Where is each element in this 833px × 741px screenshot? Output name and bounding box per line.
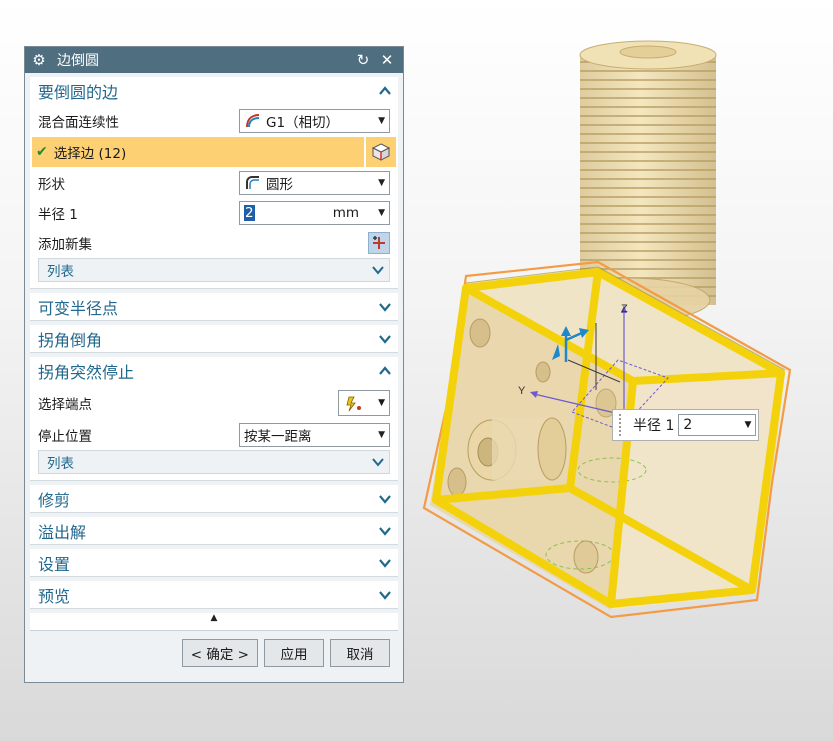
cancel-button[interactable]: 取消 — [330, 638, 390, 667]
radius-unit: mm — [332, 205, 359, 221]
apply-button[interactable]: 应用 — [264, 638, 324, 667]
stop-position-value: 按某一距离 — [244, 429, 312, 445]
section-overflow-title: 溢出解 — [38, 522, 87, 542]
chevron-down-icon — [372, 458, 384, 467]
radius-value: 2 — [244, 205, 255, 221]
float-radius-value: 2 — [683, 417, 693, 433]
stop-position-label: 停止位置 — [38, 429, 92, 445]
chevron-down-icon: ▼ — [378, 398, 385, 408]
drag-grip[interactable] — [619, 414, 625, 436]
add-new-set-button[interactable] — [368, 232, 390, 254]
section-corner-stop-header[interactable]: 拐角突然停止 — [30, 357, 398, 384]
section-corner-stop-title: 拐角突然停止 — [38, 362, 135, 382]
section-corner-setback[interactable]: 拐角倒角 — [30, 325, 398, 353]
select-endpoint-button[interactable]: ▼ — [338, 390, 390, 416]
continuity-label: 混合面连续性 — [38, 115, 119, 131]
chevron-down-icon[interactable]: ▼ — [744, 415, 751, 435]
point-select-icon — [346, 396, 361, 412]
float-radius-input[interactable]: 2 ▼ — [678, 414, 757, 436]
radius-label: 半径 1 — [38, 207, 78, 223]
chevron-down-icon — [372, 266, 384, 275]
continuity-dropdown[interactable]: G1（相切） ▼ — [239, 109, 390, 133]
radius-input[interactable]: 2 mm ▼ — [239, 201, 390, 225]
gear-icon[interactable]: ⚙ — [31, 51, 47, 69]
cube-icon — [371, 143, 391, 161]
section-preview-title: 预览 — [38, 586, 71, 606]
section-corner-stop: 拐角突然停止 选择端点 ▼ 停止位置 按某一距离 ▼ 列表 — [30, 357, 398, 481]
float-radius-label: 半径 1 — [633, 418, 675, 434]
section-edges-header[interactable]: 要倒圆的边 — [30, 77, 398, 104]
section-variable-radius[interactable]: 可变半径点 — [30, 293, 398, 321]
dialog-title: 边倒圆 — [57, 53, 99, 69]
chevron-down-icon[interactable] — [378, 556, 392, 570]
stop-list-toggle[interactable]: 列表 — [38, 450, 390, 474]
section-settings[interactable]: 设置 — [30, 549, 398, 577]
circular-shape-icon — [246, 176, 259, 189]
z-axis-label: Z — [621, 303, 628, 315]
section-edges: 要倒圆的边 混合面连续性 G1（相切） ▼ ✔ 选择边 (12) 形状 圆形 ▼… — [30, 77, 398, 289]
dialog-footer: < 确定 > 应用 取消 — [30, 630, 398, 674]
select-edge-label: 选择边 (12) — [53, 146, 127, 162]
y-axis-label: Y — [518, 385, 526, 397]
stop-position-dropdown[interactable]: 按某一距离 ▼ — [239, 423, 390, 447]
shape-value: 圆形 — [266, 177, 293, 193]
checkmark-icon: ✔ — [36, 144, 48, 160]
section-variable-radius-title: 可变半径点 — [38, 298, 119, 318]
edge-blend-dialog: ⚙ 边倒圆 ↻ ✕ 要倒圆的边 混合面连续性 G1（相切） ▼ ✔ 选择边 (1… — [24, 46, 404, 683]
reset-icon[interactable]: ↻ — [353, 51, 373, 69]
chevron-down-icon[interactable]: ▼ — [378, 202, 385, 224]
select-edge-row[interactable]: ✔ 选择边 (12) — [30, 136, 398, 168]
ok-button[interactable]: < 确定 > — [181, 638, 258, 667]
shape-label: 形状 — [38, 177, 65, 193]
section-trim[interactable]: 修剪 — [30, 485, 398, 513]
stop-list-label: 列表 — [47, 456, 74, 472]
edges-list-toggle[interactable]: 列表 — [38, 258, 390, 282]
select-edge-cube-button[interactable] — [366, 137, 396, 167]
chevron-down-icon[interactable] — [378, 492, 392, 506]
section-edges-title: 要倒圆的边 — [38, 82, 119, 102]
chevron-up-icon[interactable] — [378, 364, 392, 378]
continuity-value: G1（相切） — [266, 115, 340, 131]
select-endpoint-label: 选择端点 — [38, 397, 92, 413]
section-corner-setback-title: 拐角倒角 — [38, 330, 103, 350]
chevron-down-icon[interactable] — [378, 300, 392, 314]
floating-radius-box[interactable]: 半径 1 2 ▼ — [612, 409, 759, 441]
edges-list-label: 列表 — [47, 264, 74, 280]
chevron-down-icon[interactable] — [378, 588, 392, 602]
chevron-down-icon[interactable] — [378, 524, 392, 538]
chevron-up-icon[interactable] — [378, 84, 392, 98]
chevron-down-icon: ▼ — [378, 116, 385, 126]
shape-dropdown[interactable]: 圆形 ▼ — [239, 171, 390, 195]
section-preview[interactable]: 预览 — [30, 581, 398, 609]
chevron-down-icon: ▼ — [378, 430, 385, 440]
g1-continuity-icon — [246, 114, 260, 128]
section-overflow[interactable]: 溢出解 — [30, 517, 398, 545]
add-set-icon — [373, 236, 385, 249]
close-icon[interactable]: ✕ — [377, 51, 397, 69]
section-trim-title: 修剪 — [38, 490, 71, 510]
chevron-down-icon[interactable] — [378, 332, 392, 346]
section-settings-title: 设置 — [38, 554, 71, 574]
dialog-titlebar[interactable]: ⚙ 边倒圆 ↻ ✕ — [25, 47, 403, 73]
chevron-down-icon: ▼ — [378, 178, 385, 188]
add-set-label: 添加新集 — [38, 237, 92, 253]
collapse-arrow-icon[interactable]: ▲ — [30, 613, 398, 631]
